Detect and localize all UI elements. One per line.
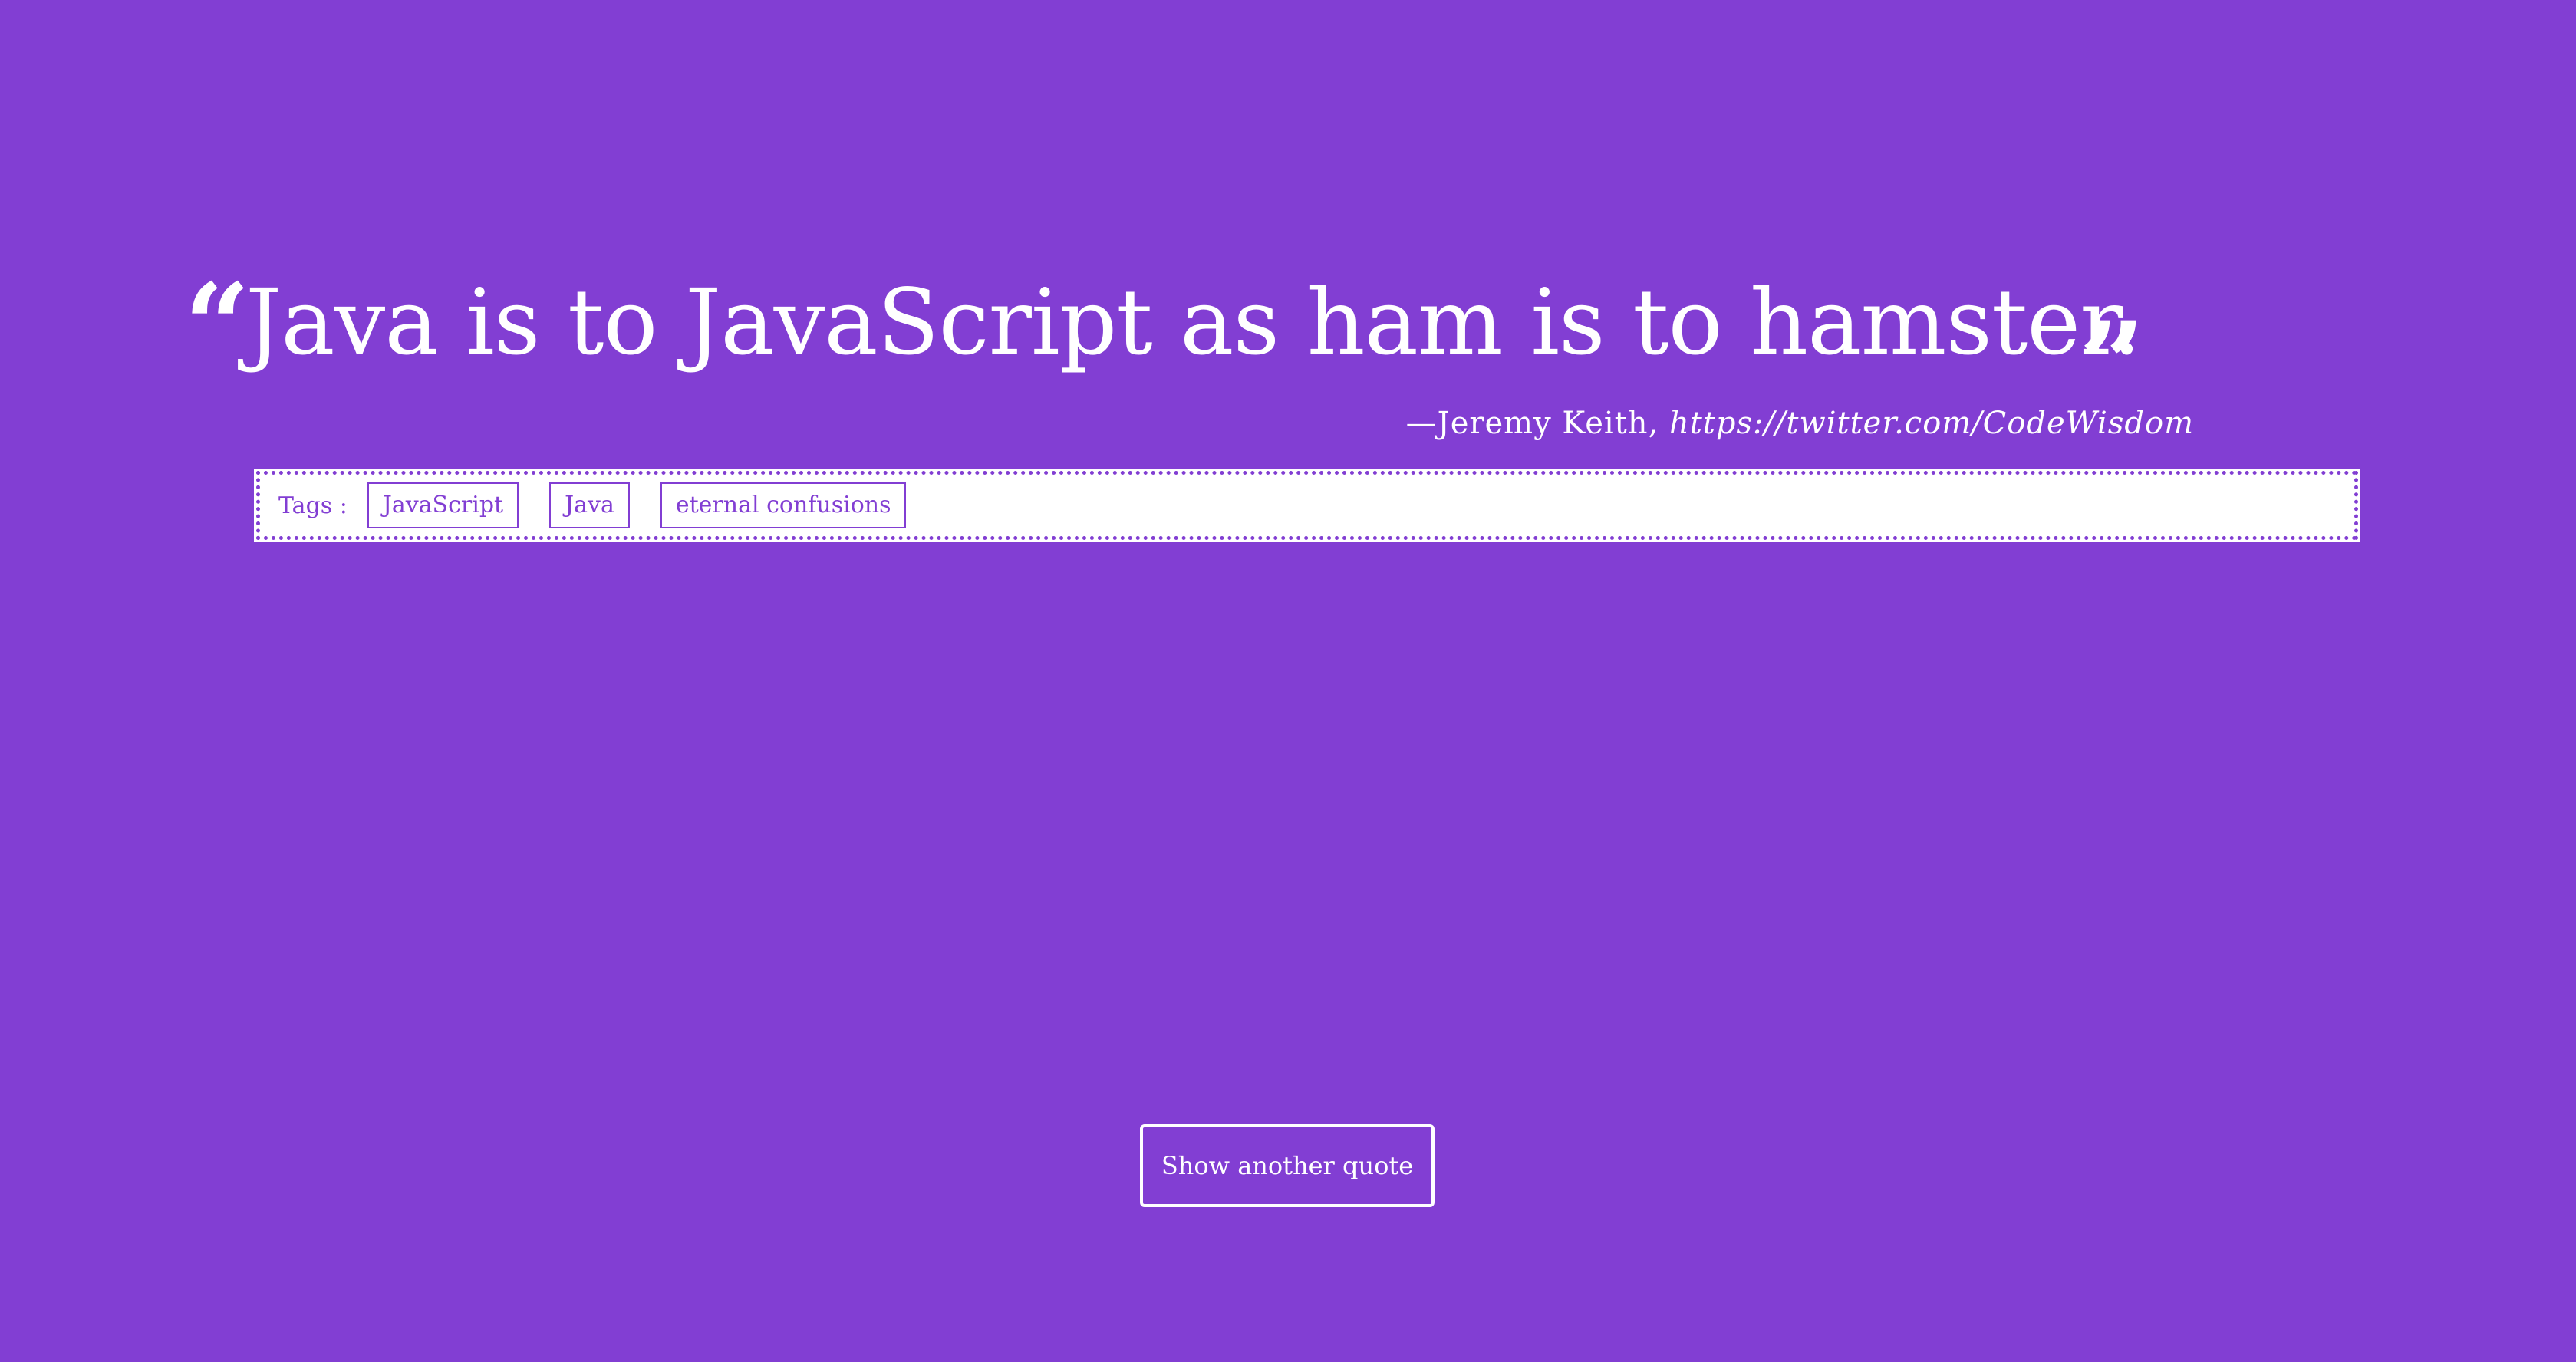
quote-page: “ Java is to JavaScript as ham is to ham… [0,0,2576,1362]
quote-block: “ Java is to JavaScript as ham is to ham… [184,253,2409,422]
tag-java[interactable]: Java [549,482,630,528]
quote-attribution: —Jeremy Keith, https://twitter.com/CodeW… [1406,400,2194,446]
tags-bar: Tags : JavaScript Java eternal confusion… [254,469,2360,542]
open-quote-icon: “ [184,258,251,393]
tag-eternal-confusions[interactable]: eternal confusions [660,482,907,528]
quote-source: https://twitter.com/CodeWisdom [1668,406,2194,441]
quote-text: Java is to JavaScript as ham is to hamst… [245,269,2141,375]
quote-author: —Jeremy Keith, [1405,406,1659,441]
show-another-quote-button[interactable]: Show another quote [1140,1124,1435,1207]
tags-label: Tags : [278,492,348,519]
tag-javascript[interactable]: JavaScript [367,482,519,528]
